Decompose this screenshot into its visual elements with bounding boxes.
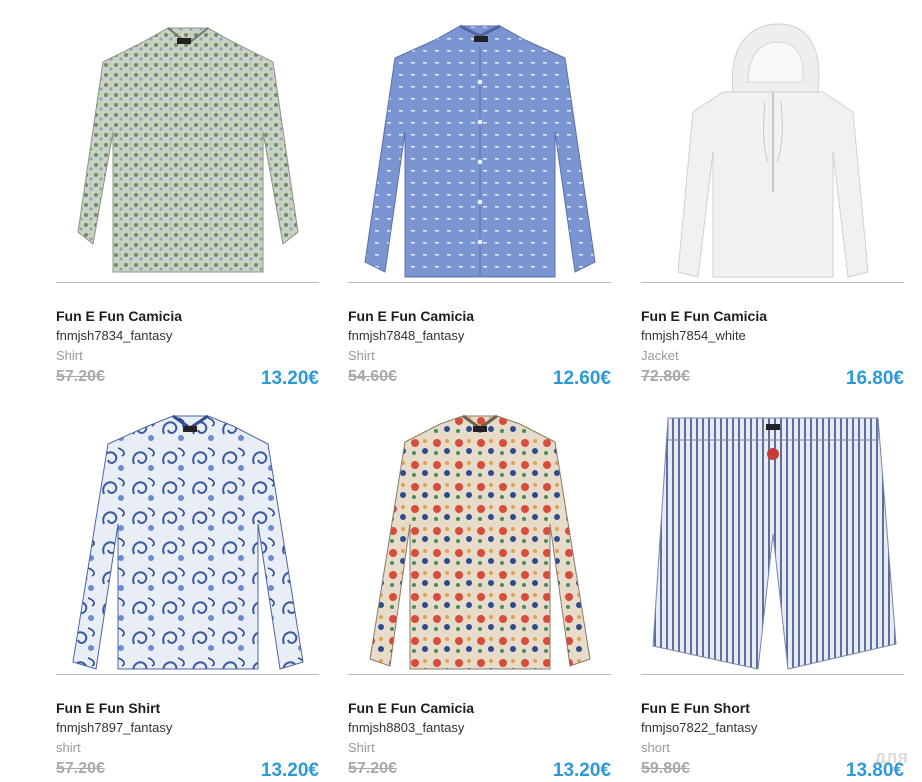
card-divider <box>348 282 611 283</box>
old-price: 54.60€ <box>348 368 397 385</box>
product-category: shirt <box>56 740 81 755</box>
product-title[interactable]: Fun E Fun Camicia <box>641 308 767 324</box>
product-category: Shirt <box>56 348 83 363</box>
product-title[interactable]: Fun E Fun Camicia <box>56 308 182 324</box>
product-card[interactable]: Fun E Fun Camicia fnmjsh7848_fantasy Shi… <box>348 18 611 389</box>
product-card[interactable]: Fun E Fun Camicia fnmjsh7854_white Jacke… <box>641 18 904 389</box>
old-price: 59.80€ <box>641 760 690 777</box>
card-divider <box>56 674 319 675</box>
sale-price: 16.80€ <box>845 368 904 389</box>
white-hooded-jacket-image[interactable] <box>641 18 904 280</box>
sale-price: 12.60€ <box>552 368 611 389</box>
sale-price: 13.20€ <box>260 368 319 389</box>
product-category: short <box>641 740 670 755</box>
product-title[interactable]: Fun E Fun Camicia <box>348 700 474 716</box>
green-print-shirt-image[interactable] <box>56 18 319 280</box>
product-category: Shirt <box>348 348 375 363</box>
card-divider <box>641 674 904 675</box>
product-title[interactable]: Fun E Fun Short <box>641 700 750 716</box>
striped-shorts-image[interactable] <box>641 410 904 672</box>
product-sku: fnmjsh7854_white <box>641 328 746 343</box>
product-title[interactable]: Fun E Fun Camicia <box>348 308 474 324</box>
product-sku: fnmjsh8803_fantasy <box>348 720 465 735</box>
floral-shirt-image[interactable] <box>348 410 611 672</box>
old-price: 57.20€ <box>56 760 105 777</box>
product-sku: fnmjso7822_fantasy <box>641 720 758 735</box>
product-card[interactable]: Fun E Fun Short fnmjso7822_fantasy short… <box>641 410 904 781</box>
old-price: 72.80€ <box>641 368 690 385</box>
old-price: 57.20€ <box>348 760 397 777</box>
sale-price: 13.20€ <box>260 760 319 781</box>
product-grid: Fun E Fun Camicia fnmjsh7834_fantasy Shi… <box>0 0 922 781</box>
card-divider <box>56 282 319 283</box>
old-price: 57.20€ <box>56 368 105 385</box>
sale-price: 13.20€ <box>552 760 611 781</box>
product-card[interactable]: Fun E Fun Camicia fnmjsh7834_fantasy Shi… <box>56 18 319 389</box>
product-sku: fnmjsh7848_fantasy <box>348 328 465 343</box>
product-category: Shirt <box>348 740 375 755</box>
card-divider <box>641 282 904 283</box>
product-card[interactable]: Fun E Fun Camicia fnmjsh8803_fantasy Shi… <box>348 410 611 781</box>
product-card[interactable]: Fun E Fun Shirt fnmjsh7897_fantasy shirt… <box>56 410 319 781</box>
paisley-shirt-image[interactable] <box>56 410 319 672</box>
watermark: для <box>874 747 908 767</box>
product-category: Jacket <box>641 348 679 363</box>
product-sku: fnmjsh7897_fantasy <box>56 720 173 735</box>
card-divider <box>348 674 611 675</box>
product-title[interactable]: Fun E Fun Shirt <box>56 700 160 716</box>
blue-dot-shirt-image[interactable] <box>348 18 611 280</box>
product-sku: fnmjsh7834_fantasy <box>56 328 173 343</box>
